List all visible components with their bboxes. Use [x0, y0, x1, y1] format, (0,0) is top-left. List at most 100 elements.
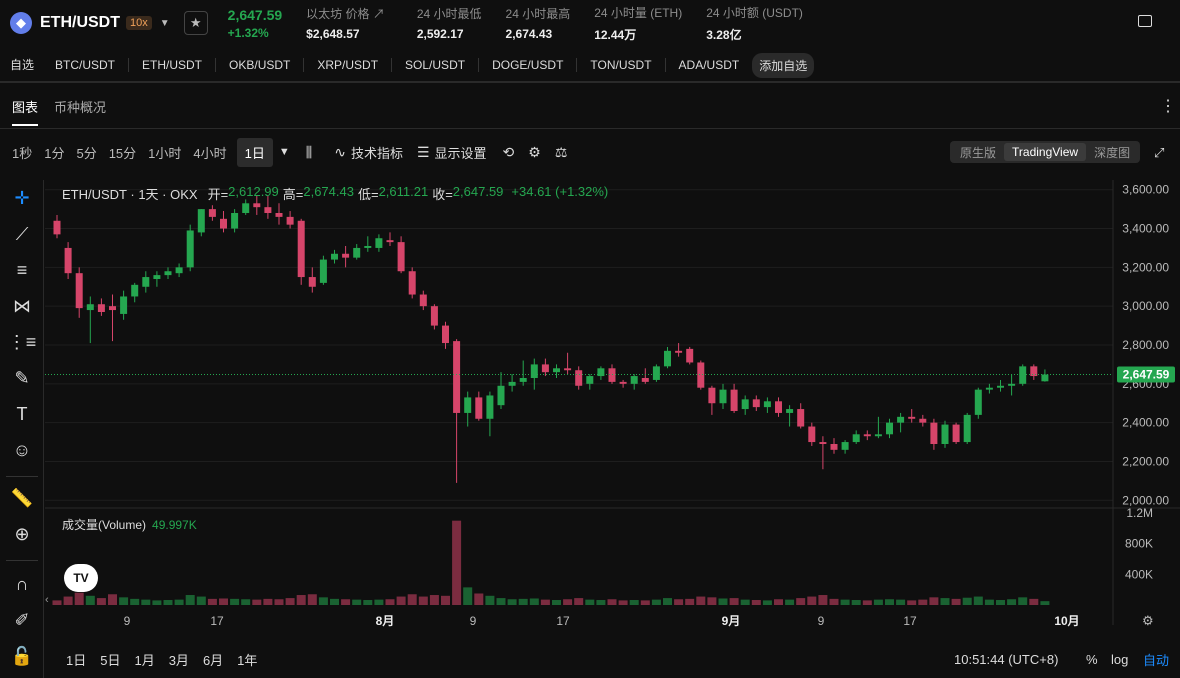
volume-bar: [885, 599, 894, 605]
indicator-icon[interactable]: ∿: [334, 144, 346, 161]
log-toggle[interactable]: log: [1111, 652, 1128, 667]
gear-icon[interactable]: ⚙: [528, 144, 541, 161]
watchlist-item[interactable]: ETH/USDT: [129, 58, 217, 72]
window-icon[interactable]: [1138, 15, 1152, 27]
interval-5m[interactable]: 5分: [76, 143, 96, 162]
watchlist-label[interactable]: 自选: [0, 58, 42, 72]
volume-bar: [651, 599, 661, 605]
text-icon[interactable]: T: [10, 402, 34, 426]
tradingview-logo[interactable]: TV: [64, 564, 98, 592]
watchlist-item[interactable]: BTC/USDT: [42, 58, 130, 72]
replay-icon[interactable]: ⟲: [503, 144, 515, 161]
volume-bar: [973, 596, 983, 605]
range-3m[interactable]: 3月: [169, 650, 189, 669]
candle-body: [752, 399, 760, 408]
candle-body: [708, 387, 716, 404]
percent-toggle[interactable]: %: [1086, 652, 1098, 667]
volume-bar: [296, 595, 306, 605]
range-5d[interactable]: 5日: [100, 650, 120, 669]
watchlist-item[interactable]: DOGE/USDT: [479, 58, 578, 72]
star-icon: ★: [189, 15, 202, 30]
candle-body: [464, 397, 472, 413]
volume-tick-label: 400K: [1125, 567, 1153, 581]
trendline-icon[interactable]: ⟋: [10, 222, 34, 246]
volume-bar: [85, 595, 95, 605]
view-depth[interactable]: 深度图: [1086, 142, 1138, 163]
display-settings-button[interactable]: 显示设置: [435, 143, 487, 162]
watchlist-item[interactable]: TON/USDT: [577, 58, 666, 72]
volume-bar: [74, 592, 84, 605]
candle-type-icon[interactable]: ⫼: [306, 144, 312, 161]
price-chart[interactable]: 3,600.00 3,400.00 3,200.00 3,000.00 2,800.00…: [45, 180, 1180, 640]
interval-4h[interactable]: 4小时: [193, 143, 226, 162]
candle-body: [985, 387, 993, 390]
candle-body: [131, 284, 139, 297]
candle-body: [841, 442, 849, 450]
pattern-icon[interactable]: ⋈: [10, 294, 34, 318]
time-tick-label: 9月: [722, 614, 741, 628]
tab-chart[interactable]: 图表: [12, 87, 39, 126]
volume-bar: [962, 597, 972, 605]
interval-1d[interactable]: 1日: [236, 137, 273, 167]
lock-drawing-icon[interactable]: ✐: [10, 608, 34, 632]
pair-name[interactable]: ETH/USDT: [40, 14, 120, 32]
candle-body: [630, 376, 638, 384]
zoom-in-icon[interactable]: ⊕: [10, 522, 34, 546]
brush-icon[interactable]: ✎: [10, 366, 34, 390]
volume-bar: [718, 598, 728, 605]
emoji-icon[interactable]: ☺: [10, 438, 34, 462]
candle-body: [530, 364, 538, 378]
volume-label: 成交量(Volume): [62, 518, 147, 532]
collapse-toolbar-icon[interactable]: ‹: [45, 594, 49, 606]
interval-15m[interactable]: 15分: [109, 143, 136, 162]
volume-bar: [696, 596, 706, 605]
scale-icon[interactable]: ⚖: [555, 144, 568, 161]
fullscreen-icon[interactable]: ⤢: [1154, 145, 1168, 160]
volume-bar: [996, 600, 1005, 605]
candle-body: [442, 325, 449, 344]
ohlc-legend: ETH/USDT · 1天 · OKX 开= 2,612.99 高= 2,674.4…: [62, 184, 608, 203]
clock[interactable]: 10:51:44 (UTC+8): [954, 652, 1058, 667]
candle-body: [164, 271, 172, 276]
watchlist-item[interactable]: ADA/USDT: [666, 58, 753, 72]
settings-list-icon[interactable]: ☰: [417, 144, 430, 161]
watchlist-item[interactable]: XRP/USDT: [304, 58, 393, 72]
chevron-down-icon[interactable]: ▼: [160, 18, 170, 29]
horizontal-lines-icon[interactable]: ≡: [10, 258, 34, 282]
interval-1h[interactable]: 1小时: [148, 143, 181, 162]
interval-1s[interactable]: 1秒: [12, 143, 32, 162]
watchlist-item[interactable]: OKB/USDT: [216, 58, 305, 72]
candle-body: [541, 364, 549, 373]
fib-icon[interactable]: ⋮≡: [8, 330, 37, 354]
ruler-icon[interactable]: 📏: [10, 486, 34, 510]
crosshair-icon[interactable]: ✛: [10, 186, 34, 210]
candle-body: [786, 409, 794, 413]
more-icon[interactable]: ⋮: [1160, 96, 1176, 116]
candle-body: [697, 362, 705, 388]
add-watchlist-button[interactable]: 添加自选: [752, 52, 815, 78]
view-tradingview[interactable]: TradingView: [1004, 143, 1087, 161]
tab-overview[interactable]: 币种概况: [54, 87, 106, 126]
watchlist-item[interactable]: SOL/USDT: [392, 58, 480, 72]
chart-settings-icon[interactable]: ⚙: [1142, 613, 1154, 629]
favorite-star-button[interactable]: ★: [183, 11, 208, 35]
interval-1m[interactable]: 1分: [44, 143, 64, 162]
candle-body: [919, 418, 927, 423]
stat-value: 2,592.17: [416, 27, 464, 41]
time-tick-label: 17: [556, 614, 570, 628]
indicators-button[interactable]: 技术指标: [351, 143, 403, 162]
watchlist-bar: 自选 BTC/USDT ETH/USDT OKB/USDT XRP/USDT S…: [0, 50, 1180, 80]
range-1y[interactable]: 1年: [237, 650, 257, 669]
magnet-icon[interactable]: ∩: [10, 572, 34, 596]
volume-bar: [152, 600, 162, 605]
range-1d[interactable]: 1日: [66, 650, 86, 669]
auto-scale-toggle[interactable]: 自动: [1143, 650, 1169, 669]
volume-bar: [907, 600, 917, 605]
candle-body: [430, 306, 438, 326]
stat-index-price[interactable]: 以太坊 价格 ↗ $2,648.57: [306, 5, 385, 41]
chevron-down-icon[interactable]: ▼: [279, 146, 290, 158]
view-native[interactable]: 原生版: [952, 142, 1004, 163]
volume-bar: [241, 599, 251, 605]
range-1m[interactable]: 1月: [134, 650, 154, 669]
range-6m[interactable]: 6月: [203, 650, 223, 669]
